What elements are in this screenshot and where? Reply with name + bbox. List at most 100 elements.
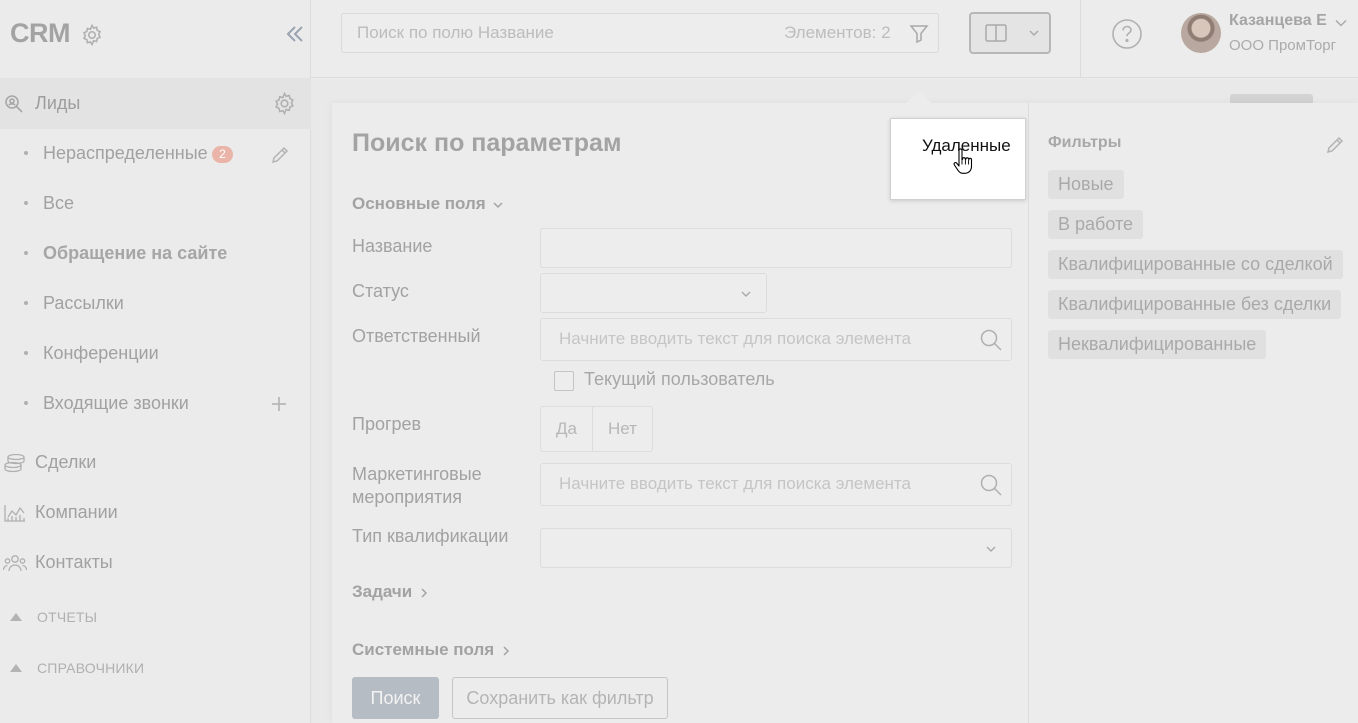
gear-icon[interactable] [80,23,104,47]
field-label-name: Название [352,236,433,256]
panel-title: Поиск по параметрам [352,129,622,157]
field-label-line: Маркетинговые [352,464,482,484]
sidebar-item-incoming-calls[interactable]: Входящие звонки [0,386,311,422]
status-select[interactable] [540,273,767,313]
chevron-right-icon [421,587,428,598]
yes-button[interactable]: Да [541,407,593,451]
search-button[interactable]: Поиск [352,677,439,719]
sidebar-item-label: Компании [35,502,118,522]
view-mode-toggle[interactable] [969,12,1051,54]
elements-count: Элементов: 2 [784,23,891,42]
warmup-toggle: Да Нет [540,406,653,452]
chevron-down-icon[interactable] [1334,17,1348,29]
chevron-down-icon [986,546,996,552]
sidebar-section-label: СПРАВОЧНИКИ [37,660,145,676]
sidebar: CRM Лиды Нераспределенные 2 Все Обращени… [0,0,311,723]
filter-chip-new[interactable]: Новые [1048,170,1124,199]
sidebar-item-leads[interactable]: Лиды [0,78,311,129]
sidebar-item-label: Рассылки [43,293,124,313]
user-name[interactable]: Казанцева Е [1229,12,1327,30]
sidebar-item-companies[interactable]: Компании [0,495,311,531]
divider [1028,103,1029,723]
sidebar-item-label: Лиды [35,93,81,113]
bullet [24,351,28,355]
sidebar-item-deals[interactable]: Сделки [0,445,311,481]
sidebar-item-label: Все [43,193,75,213]
users-icon [3,555,27,572]
columns-icon [985,24,1007,42]
placeholder-text: Начните вводить текст для поиска элемент… [559,329,911,348]
app-logo[interactable]: CRM [10,18,71,49]
filter-chip-in-progress[interactable]: В работе [1048,210,1144,239]
system-fields-toggle[interactable]: Системные поля [352,640,512,660]
field-label-qualification: Тип квалификации [352,526,509,546]
sidebar-item-label: Контакты [35,552,113,572]
group-head-label: Задачи [352,582,413,601]
caret-up-icon [10,664,22,672]
no-button[interactable]: Нет [593,407,652,451]
responsible-input[interactable]: Начните вводить текст для поиска элемент… [540,318,1012,361]
caret-up-icon [10,613,22,621]
qualification-select[interactable] [540,528,1012,568]
field-label-marketing: Маркетинговые мероприятия [352,463,482,509]
save-as-filter-button[interactable]: Сохранить как фильтр [452,677,668,719]
field-label-status: Статус [352,281,409,301]
chevron-right-icon [503,645,510,656]
search-box[interactable]: Элементов: 2 [341,13,939,53]
sidebar-item-label: Обращение на сайте [43,243,228,263]
sidebar-item-contacts[interactable]: Контакты [0,545,311,581]
search-panel: Поиск по параметрам Основные поля Назван… [332,90,1358,723]
bullet [24,251,28,255]
group-head-label: Системные поля [352,640,495,659]
filter-icon[interactable] [908,22,930,44]
plus-icon[interactable] [270,395,288,413]
field-label-responsible: Ответственный [352,326,481,346]
sidebar-section-label: ОТЧЕТЫ [37,609,98,625]
count-badge: 2 [212,146,233,163]
search-icon[interactable] [979,473,1003,497]
topbar: Элементов: 2 Казанцева Е ООО ПромТорг [311,0,1358,78]
sidebar-item-mailings[interactable]: Рассылки [0,286,311,322]
chevron-down-icon [493,201,503,208]
gear-icon[interactable] [272,91,297,116]
chevron-down-icon [741,291,751,297]
chevron-down-icon [1029,30,1039,37]
avatar[interactable] [1181,13,1221,53]
filter-chip-qualified-without-deal[interactable]: Квалифицированные без сделки [1048,290,1342,319]
field-label-line: мероприятия [352,487,463,507]
sidebar-item-label: Конференции [43,343,159,363]
divider [1080,0,1081,78]
collapse-sidebar-icon[interactable] [283,22,307,46]
bullet [24,401,28,405]
name-input[interactable] [540,228,1012,268]
search-input[interactable] [357,22,737,44]
bullet [24,301,28,305]
sidebar-item-all[interactable]: Все [0,186,311,222]
hand-cursor-icon [953,148,973,174]
checkbox-label[interactable]: Текущий пользователь [584,369,775,390]
help-icon[interactable] [1111,18,1143,50]
current-user-checkbox[interactable] [554,371,574,391]
sidebar-item-label: Сделки [35,452,97,472]
coins-icon [4,453,25,473]
main-fields-toggle[interactable]: Основные поля [352,194,504,214]
company-name: ООО ПромТорг [1229,37,1337,54]
pencil-icon[interactable] [1324,134,1346,156]
sidebar-item-site-requests[interactable]: Обращение на сайте [0,236,311,272]
bullet [24,151,28,155]
search-icon[interactable] [979,328,1003,352]
marketing-input[interactable]: Начните вводить текст для поиска элемент… [540,463,1012,506]
sidebar-section-directories[interactable]: СПРАВОЧНИКИ [0,655,311,683]
search-leads-icon [5,95,23,113]
sidebar-item-unassigned[interactable]: Нераспределенные 2 [0,136,311,172]
filter-chip-unqualified[interactable]: Неквалифицированные [1048,330,1267,359]
sidebar-item-conferences[interactable]: Конференции [0,336,311,372]
tasks-toggle[interactable]: Задачи [352,582,430,602]
filters-title: Фильтры [1048,134,1122,151]
filter-chip-qualified-with-deal[interactable]: Квалифицированные со сделкой [1048,250,1343,279]
field-label-warmup: Прогрев [352,414,422,434]
bullet [24,201,28,205]
sidebar-section-reports[interactable]: ОТЧЕТЫ [0,604,311,632]
chart-icon [4,505,25,522]
pencil-icon[interactable] [269,144,291,166]
